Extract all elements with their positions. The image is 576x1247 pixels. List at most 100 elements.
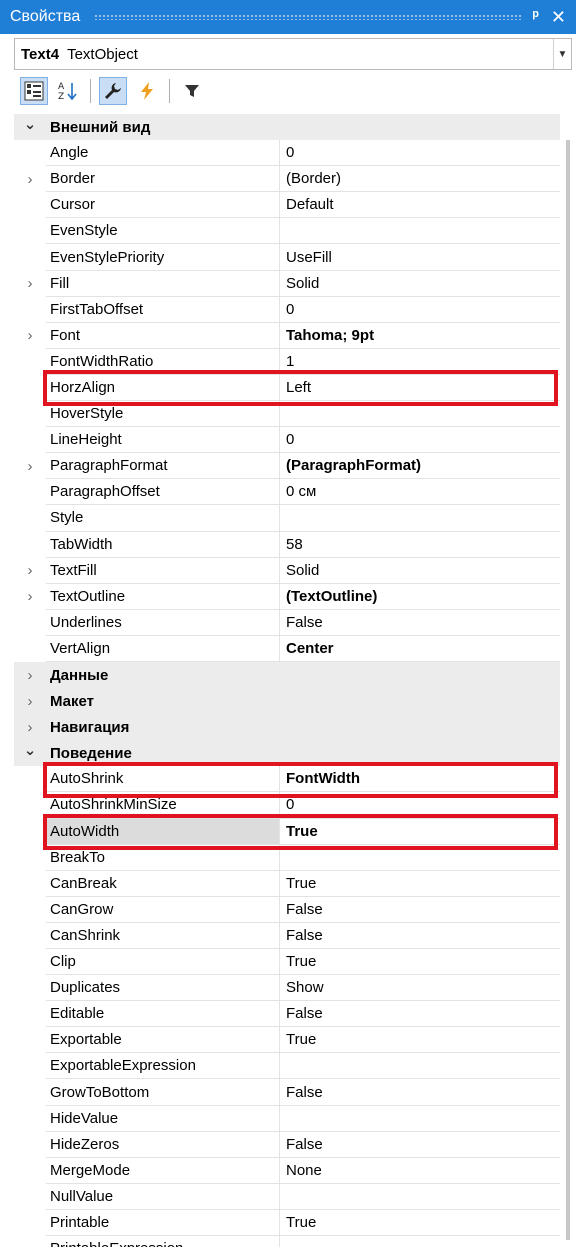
property-value[interactable]: Show xyxy=(280,975,560,1002)
chevron-down-icon[interactable]: ⌄ xyxy=(14,108,46,140)
category-row[interactable]: › Макет xyxy=(14,688,560,715)
property-value[interactable]: 58 xyxy=(280,532,560,558)
property-value[interactable] xyxy=(280,218,560,245)
property-row[interactable]: HideZeros False xyxy=(14,1131,560,1158)
property-row[interactable]: Printable True xyxy=(14,1209,560,1237)
chevron-right-icon[interactable]: › xyxy=(14,584,46,610)
property-value[interactable]: True xyxy=(280,949,560,976)
category-row[interactable]: › Навигация xyxy=(14,714,560,741)
property-row[interactable]: Editable False xyxy=(14,1001,560,1028)
chevron-right-icon[interactable]: › xyxy=(14,662,46,688)
property-row[interactable]: › Fill Solid xyxy=(14,270,560,297)
property-row[interactable]: BreakTo xyxy=(14,844,560,871)
property-value[interactable]: (ParagraphFormat) xyxy=(280,453,560,480)
property-row[interactable]: ParagraphOffset 0 см xyxy=(14,479,560,506)
property-name[interactable]: Exportable xyxy=(46,1027,280,1054)
property-name[interactable]: LineHeight xyxy=(46,427,280,454)
property-row[interactable]: Cursor Default xyxy=(14,192,560,219)
property-name[interactable]: FontWidthRatio xyxy=(46,348,280,375)
property-value[interactable]: True xyxy=(280,819,560,845)
property-name[interactable]: AutoShrink xyxy=(46,766,280,793)
property-row[interactable]: Clip True xyxy=(14,949,560,976)
property-name[interactable]: TextFill xyxy=(46,557,280,584)
chevron-right-icon[interactable]: › xyxy=(14,271,46,297)
property-name[interactable]: HoverStyle xyxy=(46,401,280,428)
category-row[interactable]: › Данные xyxy=(14,661,560,689)
alphabetical-view-button[interactable]: A Z xyxy=(54,77,82,105)
property-value[interactable] xyxy=(280,1106,560,1132)
property-name[interactable]: CanBreak xyxy=(46,870,280,897)
property-value[interactable]: Center xyxy=(280,636,560,662)
property-row[interactable]: Exportable True xyxy=(14,1027,560,1054)
property-row[interactable]: › TextFill Solid xyxy=(14,557,560,584)
properties-button[interactable] xyxy=(99,77,127,105)
close-icon[interactable]: ✕ xyxy=(551,7,566,28)
property-name[interactable]: HideValue xyxy=(46,1105,280,1132)
property-value[interactable]: 0 xyxy=(280,427,560,454)
events-button[interactable] xyxy=(133,77,161,105)
property-row[interactable]: TabWidth 58 xyxy=(14,531,560,558)
property-row[interactable]: FirstTabOffset 0 xyxy=(14,296,560,323)
property-value[interactable]: True xyxy=(280,1027,560,1054)
property-row[interactable]: › TextOutline (TextOutline) xyxy=(14,583,560,610)
property-name[interactable]: TabWidth xyxy=(46,531,280,558)
property-name[interactable]: ParagraphOffset xyxy=(46,479,280,506)
property-name[interactable]: CanShrink xyxy=(46,922,280,949)
property-row[interactable]: HideValue xyxy=(14,1105,560,1132)
property-value[interactable]: True xyxy=(280,1210,560,1237)
property-value[interactable]: Solid xyxy=(280,558,560,584)
property-name[interactable]: TextOutline xyxy=(46,583,280,610)
object-selector[interactable]: Text4 TextObject ▼ xyxy=(14,38,572,70)
property-row[interactable]: CanGrow False xyxy=(14,896,560,923)
chevron-right-icon[interactable]: › xyxy=(14,688,46,714)
property-value[interactable] xyxy=(280,401,560,428)
property-name[interactable]: AutoWidth xyxy=(46,818,280,845)
property-name[interactable]: ParagraphFormat xyxy=(46,453,280,480)
property-name[interactable]: CanGrow xyxy=(46,896,280,923)
pin-icon[interactable]: ᵖ xyxy=(533,8,539,26)
property-row[interactable]: AutoShrinkMinSize 0 xyxy=(14,792,560,819)
property-row[interactable]: Underlines False xyxy=(14,609,560,636)
property-name[interactable]: Printable xyxy=(46,1209,280,1237)
property-row[interactable]: LineHeight 0 xyxy=(14,427,560,454)
property-row[interactable]: CanBreak True xyxy=(14,870,560,897)
filter-button[interactable] xyxy=(178,77,206,105)
property-name[interactable]: Clip xyxy=(46,949,280,976)
property-name[interactable]: FirstTabOffset xyxy=(46,296,280,323)
property-name[interactable]: HideZeros xyxy=(46,1131,280,1158)
property-value[interactable]: False xyxy=(280,610,560,636)
property-value[interactable]: False xyxy=(280,897,560,923)
property-name[interactable]: ExportableExpression xyxy=(46,1053,280,1080)
property-row[interactable]: HorzAlign Left xyxy=(14,374,560,402)
property-value[interactable]: (Border) xyxy=(280,166,560,193)
property-value[interactable]: None xyxy=(280,1158,560,1184)
property-name[interactable]: EvenStylePriority xyxy=(46,244,280,271)
vertical-scrollbar[interactable] xyxy=(566,140,570,1240)
property-value[interactable]: Left xyxy=(280,375,560,402)
property-name[interactable]: Underlines xyxy=(46,609,280,636)
chevron-right-icon[interactable]: › xyxy=(14,323,46,349)
property-value[interactable]: 0 xyxy=(280,792,560,819)
property-row[interactable]: NullValue xyxy=(14,1183,560,1210)
property-value[interactable] xyxy=(280,1053,560,1080)
property-name[interactable]: Duplicates xyxy=(46,975,280,1002)
category-row[interactable]: ⌄ Внешний вид xyxy=(14,114,560,141)
property-row[interactable]: › ParagraphFormat (ParagraphFormat) xyxy=(14,453,560,480)
category-row[interactable]: ⌄ Поведение xyxy=(14,740,560,767)
property-row[interactable]: › Border (Border) xyxy=(14,166,560,193)
property-value[interactable]: False xyxy=(280,1001,560,1028)
property-value[interactable] xyxy=(280,1236,560,1247)
property-name[interactable]: AutoShrinkMinSize xyxy=(46,792,280,819)
property-row[interactable]: AutoWidth True xyxy=(14,818,560,845)
property-name[interactable]: Font xyxy=(46,322,280,349)
property-name[interactable]: MergeMode xyxy=(46,1157,280,1184)
chevron-right-icon[interactable]: › xyxy=(14,558,46,584)
property-value[interactable]: 0 см xyxy=(280,479,560,506)
property-row[interactable]: EvenStyle xyxy=(14,218,560,245)
property-value[interactable]: (TextOutline) xyxy=(280,584,560,610)
property-value[interactable]: Solid xyxy=(280,271,560,297)
property-name[interactable]: NullValue xyxy=(46,1183,280,1210)
property-row[interactable]: FontWidthRatio 1 xyxy=(14,348,560,375)
property-value[interactable] xyxy=(280,505,560,532)
property-row[interactable]: ExportableExpression xyxy=(14,1053,560,1080)
